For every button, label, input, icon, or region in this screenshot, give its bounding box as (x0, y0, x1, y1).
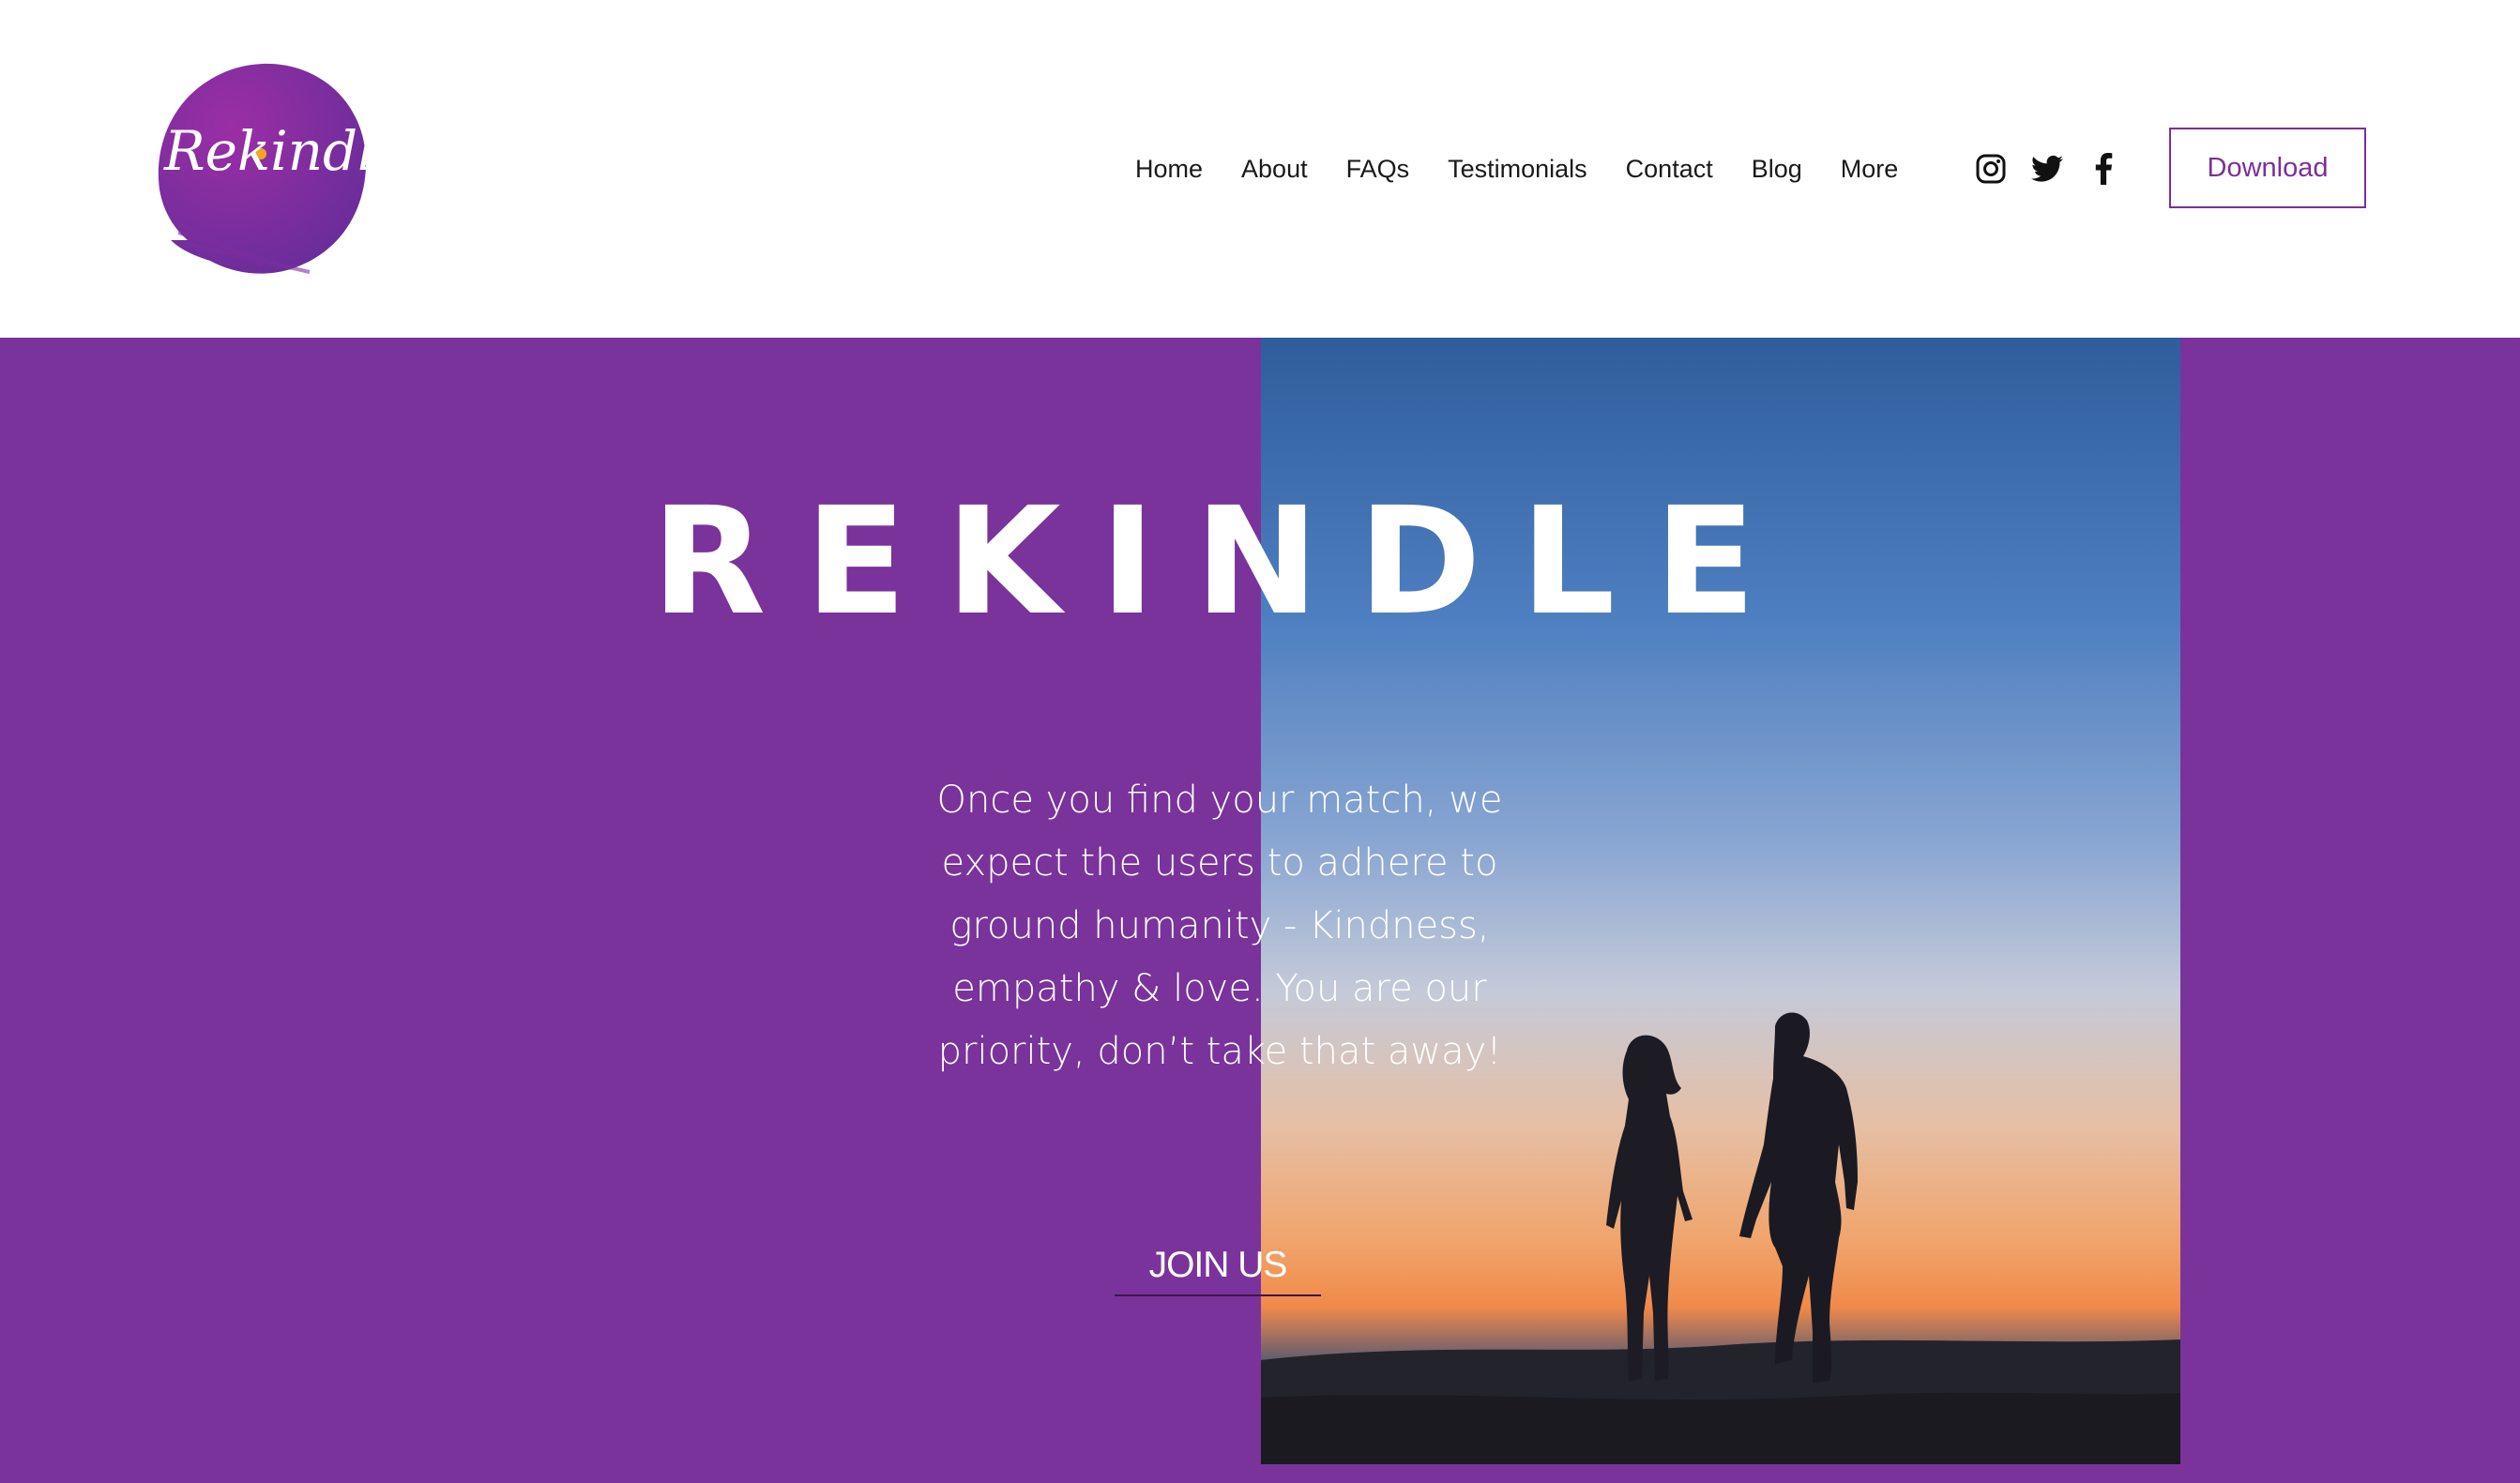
nav-blog[interactable]: Blog (1752, 155, 1802, 184)
twitter-icon[interactable] (2028, 150, 2066, 188)
nav-about[interactable]: About (1241, 155, 1308, 184)
nav-faqs[interactable]: FAQs (1346, 155, 1410, 184)
hero-section: REKINDLE Once you find your match, we ex… (0, 338, 2520, 1483)
logo-text: Rekindle (164, 119, 408, 183)
nav-home[interactable]: Home (1135, 155, 1203, 184)
site-header: Rekindle Home About FAQs Testimonials Co… (0, 0, 2520, 338)
facebook-icon[interactable] (2085, 150, 2122, 188)
hero-description: Once you find your match, we expect the … (936, 779, 1503, 1073)
hero-title: REKINDLE (651, 476, 1796, 648)
social-bar (1972, 150, 2122, 188)
instagram-icon[interactable] (1972, 150, 2010, 188)
nav-testimonials[interactable]: Testimonials (1448, 155, 1587, 184)
join-us-link[interactable]: JOIN US (1115, 1236, 1321, 1296)
nav-contact[interactable]: Contact (1626, 155, 1713, 184)
nav-more[interactable]: More (1841, 155, 1899, 184)
main-nav: Home About FAQs Testimonials Contact Blo… (1135, 139, 1898, 199)
download-button[interactable]: Download (2169, 128, 2366, 208)
